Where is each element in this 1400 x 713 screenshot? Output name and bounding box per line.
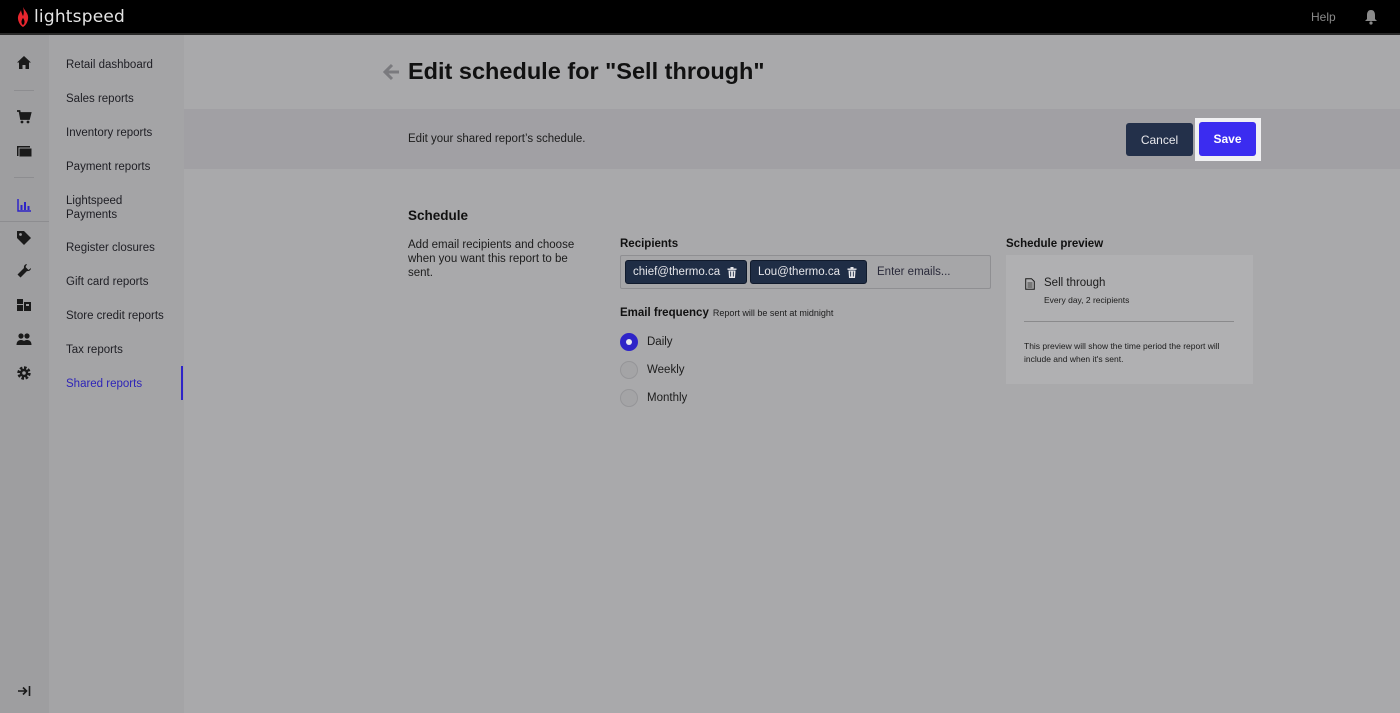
recipient-chip: Lou@thermo.ca: [750, 260, 867, 284]
rail-active-divider: [0, 221, 49, 222]
radio-weekly[interactable]: [620, 361, 638, 379]
reports-icon[interactable]: [16, 197, 32, 213]
recipients-field[interactable]: chief@thermo.ca Lou@thermo.ca: [620, 255, 991, 289]
wrench-icon[interactable]: [16, 263, 32, 279]
preview-report-name: Sell through: [1044, 277, 1106, 289]
trash-icon[interactable]: [847, 267, 857, 278]
recipient-email: chief@thermo.ca: [633, 266, 721, 278]
radio-label: Monthly: [647, 392, 688, 404]
subnav-item-tax-reports[interactable]: Tax reports: [66, 343, 181, 357]
subnav-item-lightspeed-payments[interactable]: Lightspeed Payments: [66, 194, 136, 222]
subnav-item-payment-reports[interactable]: Payment reports: [66, 160, 181, 174]
schedule-preview-card: Sell through Every day, 2 recipients Thi…: [1006, 255, 1253, 384]
document-icon: [1025, 278, 1035, 290]
customers-icon[interactable]: [16, 331, 32, 347]
preview-note: This preview will show the time period t…: [1024, 341, 1220, 364]
gear-icon[interactable]: [16, 365, 32, 381]
radio-daily[interactable]: [620, 333, 638, 351]
top-bar: lightspeed Help: [0, 0, 1400, 35]
home-icon[interactable]: [16, 55, 32, 71]
rail-divider: [14, 90, 34, 91]
divider: [1024, 321, 1234, 322]
save-button[interactable]: Save: [1199, 122, 1256, 156]
recipient-chip: chief@thermo.ca: [625, 260, 747, 284]
radio-label: Daily: [647, 336, 673, 348]
brand-name: lightspeed: [34, 7, 126, 27]
trash-icon[interactable]: [727, 267, 737, 278]
subnav-item-retail-dashboard[interactable]: Retail dashboard: [66, 58, 181, 72]
recipients-label: Recipients: [620, 238, 679, 250]
schedule-description: Add email recipients and choose when you…: [408, 239, 575, 279]
subnav-item-sales-reports[interactable]: Sales reports: [66, 92, 181, 106]
reports-subnav: Retail dashboard Sales reports Inventory…: [49, 35, 184, 713]
schedule-title: Schedule: [408, 208, 469, 223]
register-icon[interactable]: [16, 143, 32, 159]
cart-icon[interactable]: [16, 109, 32, 125]
cancel-button[interactable]: Cancel: [1126, 123, 1193, 156]
lightspeed-logo[interactable]: lightspeed: [16, 6, 125, 28]
email-frequency-note: Report will be sent at midnight: [712, 308, 834, 318]
email-input[interactable]: [877, 264, 987, 280]
page-title: Edit schedule for "Sell through": [408, 58, 765, 84]
recipient-email: Lou@thermo.ca: [758, 266, 840, 278]
subnav-item-shared-reports[interactable]: Shared reports: [66, 377, 181, 391]
active-indicator: [181, 366, 183, 400]
subnav-item-store-credit-reports[interactable]: Store credit reports: [66, 309, 181, 323]
help-link[interactable]: Help: [1311, 10, 1336, 24]
band-description: Edit your shared report’s schedule.: [408, 133, 586, 145]
schedule-preview-label: Schedule preview: [1006, 238, 1104, 250]
frequency-option-daily[interactable]: Daily: [620, 332, 673, 352]
radio-monthly[interactable]: [620, 389, 638, 407]
subnav-item-inventory-reports[interactable]: Inventory reports: [66, 126, 181, 140]
inventory-icon[interactable]: [16, 297, 32, 313]
tag-icon[interactable]: [16, 230, 32, 246]
subnav-item-register-closures[interactable]: Register closures: [66, 241, 181, 255]
preview-summary: Every day, 2 recipients: [1044, 295, 1130, 305]
radio-label: Weekly: [647, 364, 685, 376]
email-frequency-title: Email frequency: [620, 307, 709, 319]
bell-icon[interactable]: [1364, 9, 1378, 25]
flame-icon: [17, 7, 29, 27]
subnav-item-gift-card-reports[interactable]: Gift card reports: [66, 275, 181, 289]
frequency-option-monthly[interactable]: Monthly: [620, 388, 687, 408]
icon-rail: [0, 35, 49, 713]
collapse-sidebar-icon[interactable]: [17, 685, 31, 697]
rail-divider: [14, 177, 34, 178]
frequency-option-weekly[interactable]: Weekly: [620, 360, 685, 380]
back-arrow-icon[interactable]: [383, 62, 401, 82]
email-frequency-label: Email frequency Report will be sent at mi…: [620, 307, 833, 319]
